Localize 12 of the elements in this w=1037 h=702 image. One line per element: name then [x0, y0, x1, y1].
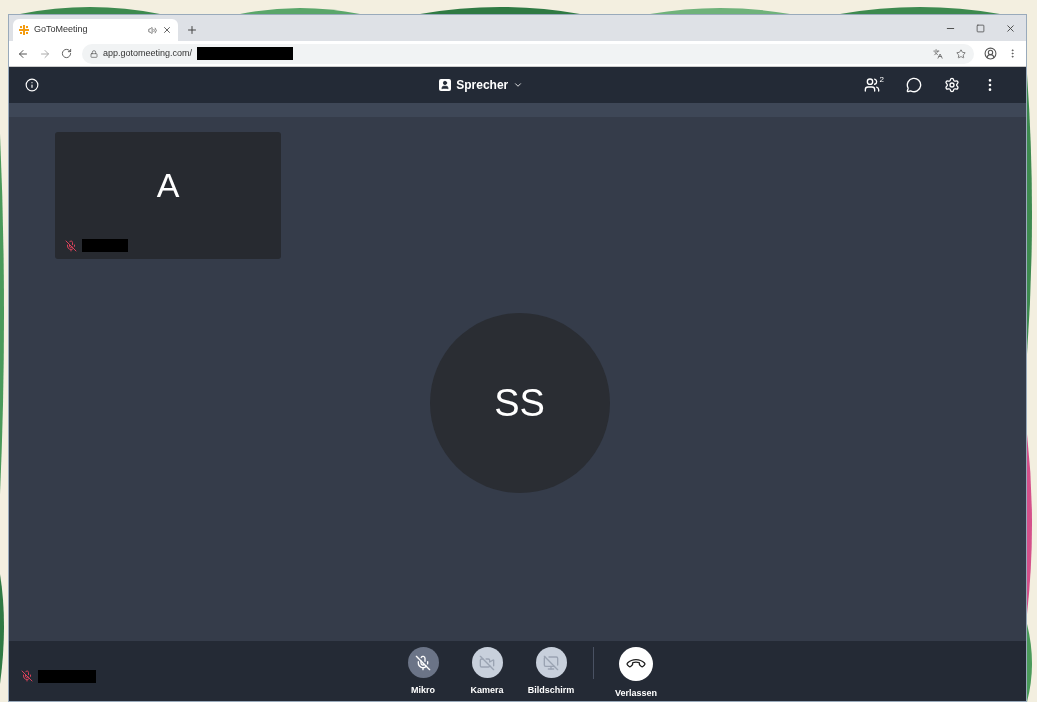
- address-bar[interactable]: app.gotomeeting.com/: [82, 43, 974, 64]
- speaker-initials: SS: [494, 380, 545, 426]
- browser-tab[interactable]: GoToMeeting: [13, 19, 178, 41]
- participant-initial: A: [156, 165, 180, 206]
- control-label: Bildschirm: [527, 684, 575, 697]
- view-selector[interactable]: Sprecher: [439, 76, 524, 94]
- control-label: Mikro: [411, 684, 435, 697]
- tab-title: GoToMeeting: [34, 23, 89, 37]
- control-label: Verlassen: [614, 687, 657, 700]
- participants-button[interactable]: 2: [863, 77, 884, 93]
- url-text: app.gotomeeting.com/: [103, 46, 193, 60]
- control-label: Kamera: [470, 684, 504, 697]
